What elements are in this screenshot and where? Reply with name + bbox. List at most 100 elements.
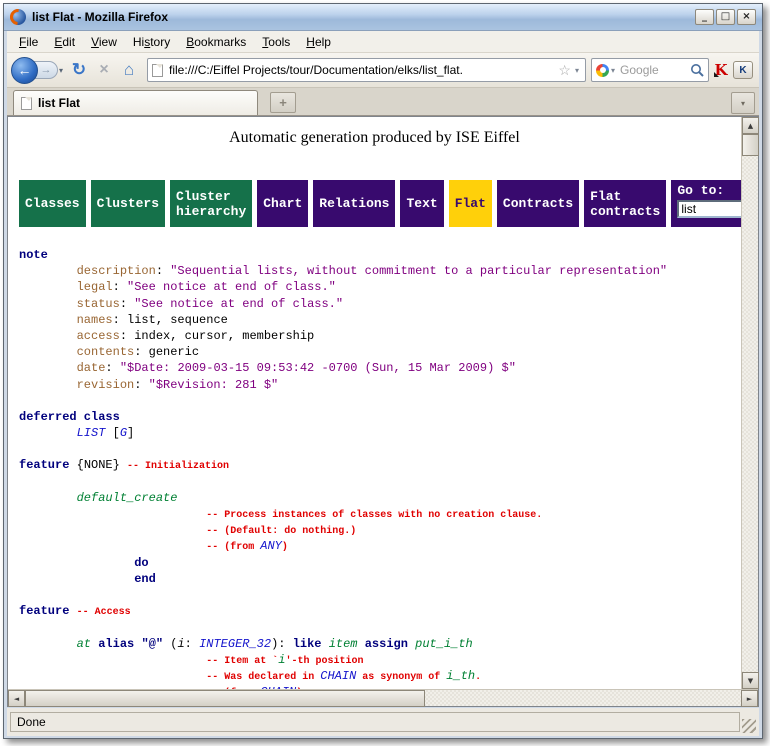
code-text: : generic	[134, 345, 199, 359]
code-line: description: "Sequential lists, without …	[19, 263, 741, 279]
code-text	[19, 280, 77, 294]
code-text	[19, 491, 77, 505]
feature-link[interactable]: put_i_th	[415, 637, 473, 651]
code-line: names: list, sequence	[19, 312, 741, 328]
firefox-window: list Flat - Mozilla Firefox _ □ × FileEd…	[3, 3, 763, 739]
vertical-scrollbar[interactable]: ▲ ▼	[741, 117, 758, 689]
tab-list-dropdown-button[interactable]: ▾	[731, 92, 755, 114]
code-text	[19, 507, 206, 521]
url-bar[interactable]: file:///C:/Eiffel Projects/tour/Document…	[147, 58, 586, 82]
new-tab-button[interactable]: +	[270, 92, 296, 113]
search-bar[interactable]: ▾ Google	[591, 58, 709, 82]
feature-link[interactable]: item	[329, 637, 358, 651]
search-icon[interactable]	[690, 63, 704, 77]
back-button[interactable]: ←	[11, 57, 38, 84]
stop-button[interactable]: ×	[92, 61, 116, 79]
goto-input[interactable]	[677, 200, 741, 218]
code-line: status: "See notice at end of class."	[19, 296, 741, 312]
code-text: -- (from	[206, 542, 260, 553]
close-button[interactable]: ×	[737, 9, 756, 25]
menu-item-help[interactable]: Help	[298, 33, 339, 51]
menu-item-history[interactable]: History	[125, 33, 178, 51]
code-text: : index, cursor, membership	[120, 329, 314, 343]
code-text	[19, 669, 206, 683]
code-text: description	[77, 264, 156, 278]
horizontal-scrollbar[interactable]: ◄ ►	[8, 689, 758, 706]
nav-button-text[interactable]: Text	[400, 180, 443, 227]
code-text: :	[105, 361, 119, 375]
nav-button-cluster-hierarchy[interactable]: Clusterhierarchy	[170, 180, 252, 227]
k-addon-button[interactable]: K	[733, 61, 753, 79]
code-text: end	[134, 572, 156, 586]
nav-button-chart[interactable]: Chart	[257, 180, 308, 227]
code-text: -- Process instances of classes with no …	[206, 510, 542, 521]
feature-link[interactable]: at	[77, 637, 91, 651]
code-text: [	[105, 426, 119, 440]
google-logo-icon	[596, 64, 609, 77]
nav-button-clusters[interactable]: Clusters	[91, 180, 165, 227]
horizontal-scroll-thumb[interactable]	[25, 690, 425, 707]
nav-button-flat-contracts[interactable]: Flatcontracts	[584, 180, 666, 227]
menu-item-bookmarks[interactable]: Bookmarks	[178, 33, 254, 51]
code-line: do	[19, 555, 741, 571]
class-link[interactable]: LIST	[77, 426, 106, 440]
url-text[interactable]: file:///C:/Eiffel Projects/tour/Document…	[169, 63, 556, 77]
resize-grip[interactable]	[742, 719, 756, 733]
scroll-right-button[interactable]: ►	[741, 690, 758, 707]
window-title: list Flat - Mozilla Firefox	[32, 10, 695, 24]
menu-item-edit[interactable]: Edit	[46, 33, 83, 51]
scroll-down-button[interactable]: ▼	[742, 672, 759, 689]
bookmark-star-icon[interactable]: ☆	[556, 62, 573, 79]
code-line: end	[19, 571, 741, 587]
code-text: do	[134, 556, 148, 570]
class-link[interactable]: ANY	[260, 539, 282, 553]
class-link[interactable]: G	[120, 426, 127, 440]
menu-item-tools[interactable]: Tools	[254, 33, 298, 51]
status-bar: Done	[7, 708, 759, 736]
maximize-button[interactable]: □	[716, 9, 735, 25]
code-text	[19, 329, 77, 343]
nav-button-contracts[interactable]: Contracts	[497, 180, 579, 227]
home-button[interactable]: ⌂	[116, 60, 142, 80]
code-line: default_create	[19, 490, 741, 506]
scroll-up-button[interactable]: ▲	[742, 117, 759, 134]
code-text	[19, 264, 77, 278]
class-link[interactable]: CHAIN	[320, 669, 356, 683]
code-line: legal: "See notice at end of class."	[19, 279, 741, 295]
code-text: )	[282, 542, 288, 553]
menu-item-view[interactable]: View	[83, 33, 125, 51]
code-text	[19, 345, 77, 359]
code-text: deferred class	[19, 410, 120, 424]
search-engine-dropdown-icon[interactable]: ▾	[609, 66, 617, 75]
code-text: "@"	[141, 637, 163, 651]
scroll-left-button[interactable]: ◄	[8, 690, 25, 707]
code-text: "$Revision: 281 $"	[149, 378, 279, 392]
feature-link[interactable]: default_create	[77, 491, 178, 505]
nav-button-flat[interactable]: Flat	[449, 180, 492, 227]
tab-bar: list Flat + ▾	[7, 88, 759, 116]
tab-list-flat[interactable]: list Flat	[13, 90, 258, 115]
code-text: '-th position	[285, 656, 363, 667]
code-text: : list, sequence	[113, 313, 228, 327]
vertical-scroll-thumb[interactable]	[742, 134, 759, 156]
menu-item-file[interactable]: File	[11, 33, 46, 51]
code-line: feature {NONE} -- Initialization	[19, 457, 741, 473]
feature-link[interactable]: i_th	[446, 669, 475, 683]
nav-button-relations[interactable]: Relations	[313, 180, 395, 227]
code-text: :	[120, 297, 134, 311]
code-text	[19, 361, 77, 375]
code-line: feature -- Access	[19, 603, 741, 619]
nav-button-classes[interactable]: Classes	[19, 180, 86, 227]
reload-button[interactable]: ↻	[66, 60, 92, 80]
tab-label: list Flat	[38, 96, 80, 110]
search-placeholder[interactable]: Google	[620, 63, 690, 77]
class-link[interactable]: INTEGER_32	[199, 637, 271, 651]
kaspersky-icon[interactable]: K	[713, 62, 729, 78]
url-dropdown-icon[interactable]: ▾	[573, 66, 581, 75]
code-text	[19, 572, 134, 586]
history-dropdown-icon[interactable]: ▾	[58, 66, 66, 75]
code-line: contents: generic	[19, 344, 741, 360]
titlebar[interactable]: list Flat - Mozilla Firefox _ □ ×	[4, 4, 762, 31]
code-text	[358, 637, 365, 651]
minimize-button[interactable]: _	[695, 9, 714, 25]
